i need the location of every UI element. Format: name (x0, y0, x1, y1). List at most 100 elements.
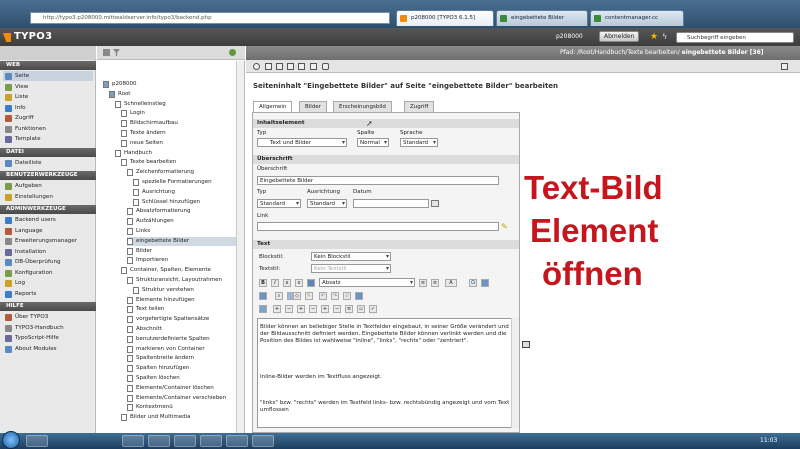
ueberschrift-input[interactable]: Eingebettete Bilder (257, 176, 499, 185)
taskbar-app-editor[interactable] (226, 435, 248, 447)
taskbar-app-mail[interactable] (200, 435, 222, 447)
module-item[interactable]: DB-Überprüfung (3, 257, 61, 267)
link-icon[interactable]: ✎ (305, 292, 313, 300)
module-item[interactable]: About Modules (3, 344, 57, 354)
row-delete-icon[interactable]: − (285, 305, 293, 313)
module-item[interactable]: Aufgaben (3, 181, 42, 191)
image-insert-icon[interactable] (355, 292, 363, 300)
tree-node[interactable]: Schnelleinstieg (115, 100, 236, 109)
header-typ-select[interactable]: Standard (257, 199, 301, 208)
save-icon[interactable] (265, 63, 272, 70)
module-item[interactable]: Installation (3, 247, 46, 257)
col-delete-icon[interactable]: − (309, 305, 317, 313)
tree-node[interactable]: vorgefertigte Spaltensätze (127, 315, 236, 324)
module-item[interactable]: Language (3, 226, 43, 236)
tree-node[interactable]: Absatzformatierung (127, 207, 236, 216)
module-group-header[interactable]: WEB (0, 61, 96, 70)
toggle-borders-icon[interactable]: ▫ (357, 305, 365, 313)
align-left-button[interactable]: ≡ (419, 279, 427, 287)
textstil-select[interactable]: Kein Textstil (311, 264, 391, 273)
page-tree-scrollbar[interactable] (236, 61, 244, 433)
tree-node[interactable]: Elemente hinzufügen (127, 296, 236, 305)
browser-tab-typo3[interactable]: p208000 [TYPO3 6.1.5] (396, 10, 494, 26)
format-icon[interactable] (307, 279, 315, 287)
save-new-icon[interactable] (287, 63, 294, 70)
italic-button[interactable]: I (271, 279, 279, 287)
tree-node[interactable]: Root (109, 90, 236, 99)
tree-node[interactable]: Aufzählungen (127, 217, 236, 226)
find-replace-icon[interactable]: ⌕ (275, 292, 283, 300)
tree-node[interactable]: Zeichenformatierung (127, 168, 236, 177)
delete-icon[interactable] (310, 63, 317, 70)
table-restyle-icon[interactable]: ✓ (369, 305, 377, 313)
shortcut-icon[interactable] (781, 63, 788, 70)
ausrichtung-select[interactable]: Standard (307, 199, 347, 208)
tree-node[interactable]: Schlüssel hinzufügen (133, 198, 236, 207)
module-group-header[interactable]: HILFE (0, 302, 96, 311)
bold-button[interactable]: B (259, 279, 267, 287)
tree-node[interactable]: Container, Spalten, Elemente (121, 266, 236, 275)
browser-tab-bilder[interactable]: eingebettete Bilder (496, 10, 588, 26)
module-item[interactable]: Info (3, 103, 26, 113)
module-item[interactable]: Backend users (3, 215, 56, 225)
text-color-button[interactable]: A (445, 279, 457, 287)
search-input[interactable]: Suchbegriff eingeben (676, 32, 794, 43)
tree-node[interactable]: Bilder und Multimedia (121, 413, 236, 422)
tree-node[interactable]: markieren von Container (127, 345, 236, 354)
filter-icon[interactable] (113, 49, 120, 56)
save-close-icon[interactable] (298, 63, 305, 70)
cell-props-icon[interactable]: ≡ (345, 305, 353, 313)
tree-node[interactable]: benutzerdefinierte Spalten (127, 335, 236, 344)
module-item[interactable]: Zugriff (3, 113, 34, 123)
superscript-button[interactable]: x (295, 279, 303, 287)
tree-node[interactable]: Importieren (127, 256, 236, 265)
tree-node[interactable]: eingebettete Bilder (127, 236, 236, 246)
module-item[interactable]: Konfiguration (3, 268, 52, 278)
tab-zugriff[interactable]: Zugriff (404, 101, 435, 112)
taskbar-app-explorer[interactable] (26, 435, 48, 447)
symbol-button[interactable]: Ω (469, 279, 477, 287)
align-center-button[interactable]: ≡ (431, 279, 439, 287)
module-group-header[interactable]: BENUTZERWERKZEUGE (0, 171, 96, 180)
taskbar-app-explorer-2[interactable] (174, 435, 196, 447)
address-bar[interactable]: http://typo3.p208000.mittwaldserver.info… (30, 12, 390, 24)
cache-flash-icon[interactable]: ϟ (662, 32, 667, 41)
typo3-logo[interactable]: TYPO3 (14, 31, 52, 42)
redo-icon[interactable]: ↷ (331, 292, 339, 300)
cell-merge-icon[interactable]: + (321, 305, 329, 313)
tree-node[interactable]: Elemente/Container verschieben (127, 394, 236, 403)
col-insert-icon[interactable]: + (297, 305, 305, 313)
module-item[interactable]: Funktionen (3, 124, 46, 134)
module-item[interactable]: Seite (3, 71, 93, 81)
new-page-icon[interactable] (103, 49, 110, 56)
refresh-icon[interactable] (229, 49, 236, 56)
rte-scrollbar[interactable] (511, 318, 519, 428)
link-input[interactable] (257, 222, 499, 231)
unlink-icon[interactable]: ⊘ (343, 292, 351, 300)
sprache-select[interactable]: Standard (400, 138, 438, 147)
module-item[interactable]: Template (3, 134, 41, 144)
tree-node[interactable]: Kontextmenü (127, 403, 236, 412)
module-item[interactable]: View (3, 82, 28, 92)
history-icon[interactable] (322, 63, 329, 70)
tree-node[interactable]: Bildschirmaufbau (121, 119, 236, 128)
table-props-icon[interactable] (259, 305, 267, 313)
tree-node[interactable]: p208000 (103, 80, 236, 89)
tree-node[interactable]: Links (127, 227, 236, 236)
current-user[interactable]: p208000 (556, 33, 583, 40)
close-icon[interactable] (253, 63, 260, 70)
module-item[interactable]: Dateiliste (3, 158, 42, 168)
bookmark-star-icon[interactable]: ★ (650, 32, 658, 42)
tree-node[interactable]: spezielle Formatierungen (133, 178, 236, 187)
module-item[interactable]: Einstellungen (3, 192, 53, 202)
tree-node[interactable]: Login (121, 109, 236, 118)
tree-node[interactable]: Spaltenbreite ändern (127, 354, 236, 363)
typ-select[interactable]: Text und Bilder (257, 138, 347, 147)
cell-split-icon[interactable]: − (333, 305, 341, 313)
image-icon[interactable] (259, 292, 267, 300)
tree-node[interactable]: Text teilen (127, 305, 236, 314)
tree-node[interactable]: Texte ändern (121, 129, 236, 138)
tree-node[interactable]: Strukturansicht, Layoutrahmen (127, 276, 236, 285)
spalte-select[interactable]: Normal (357, 138, 389, 147)
module-group-header[interactable]: ADMINWERKZEUGE (0, 205, 96, 214)
